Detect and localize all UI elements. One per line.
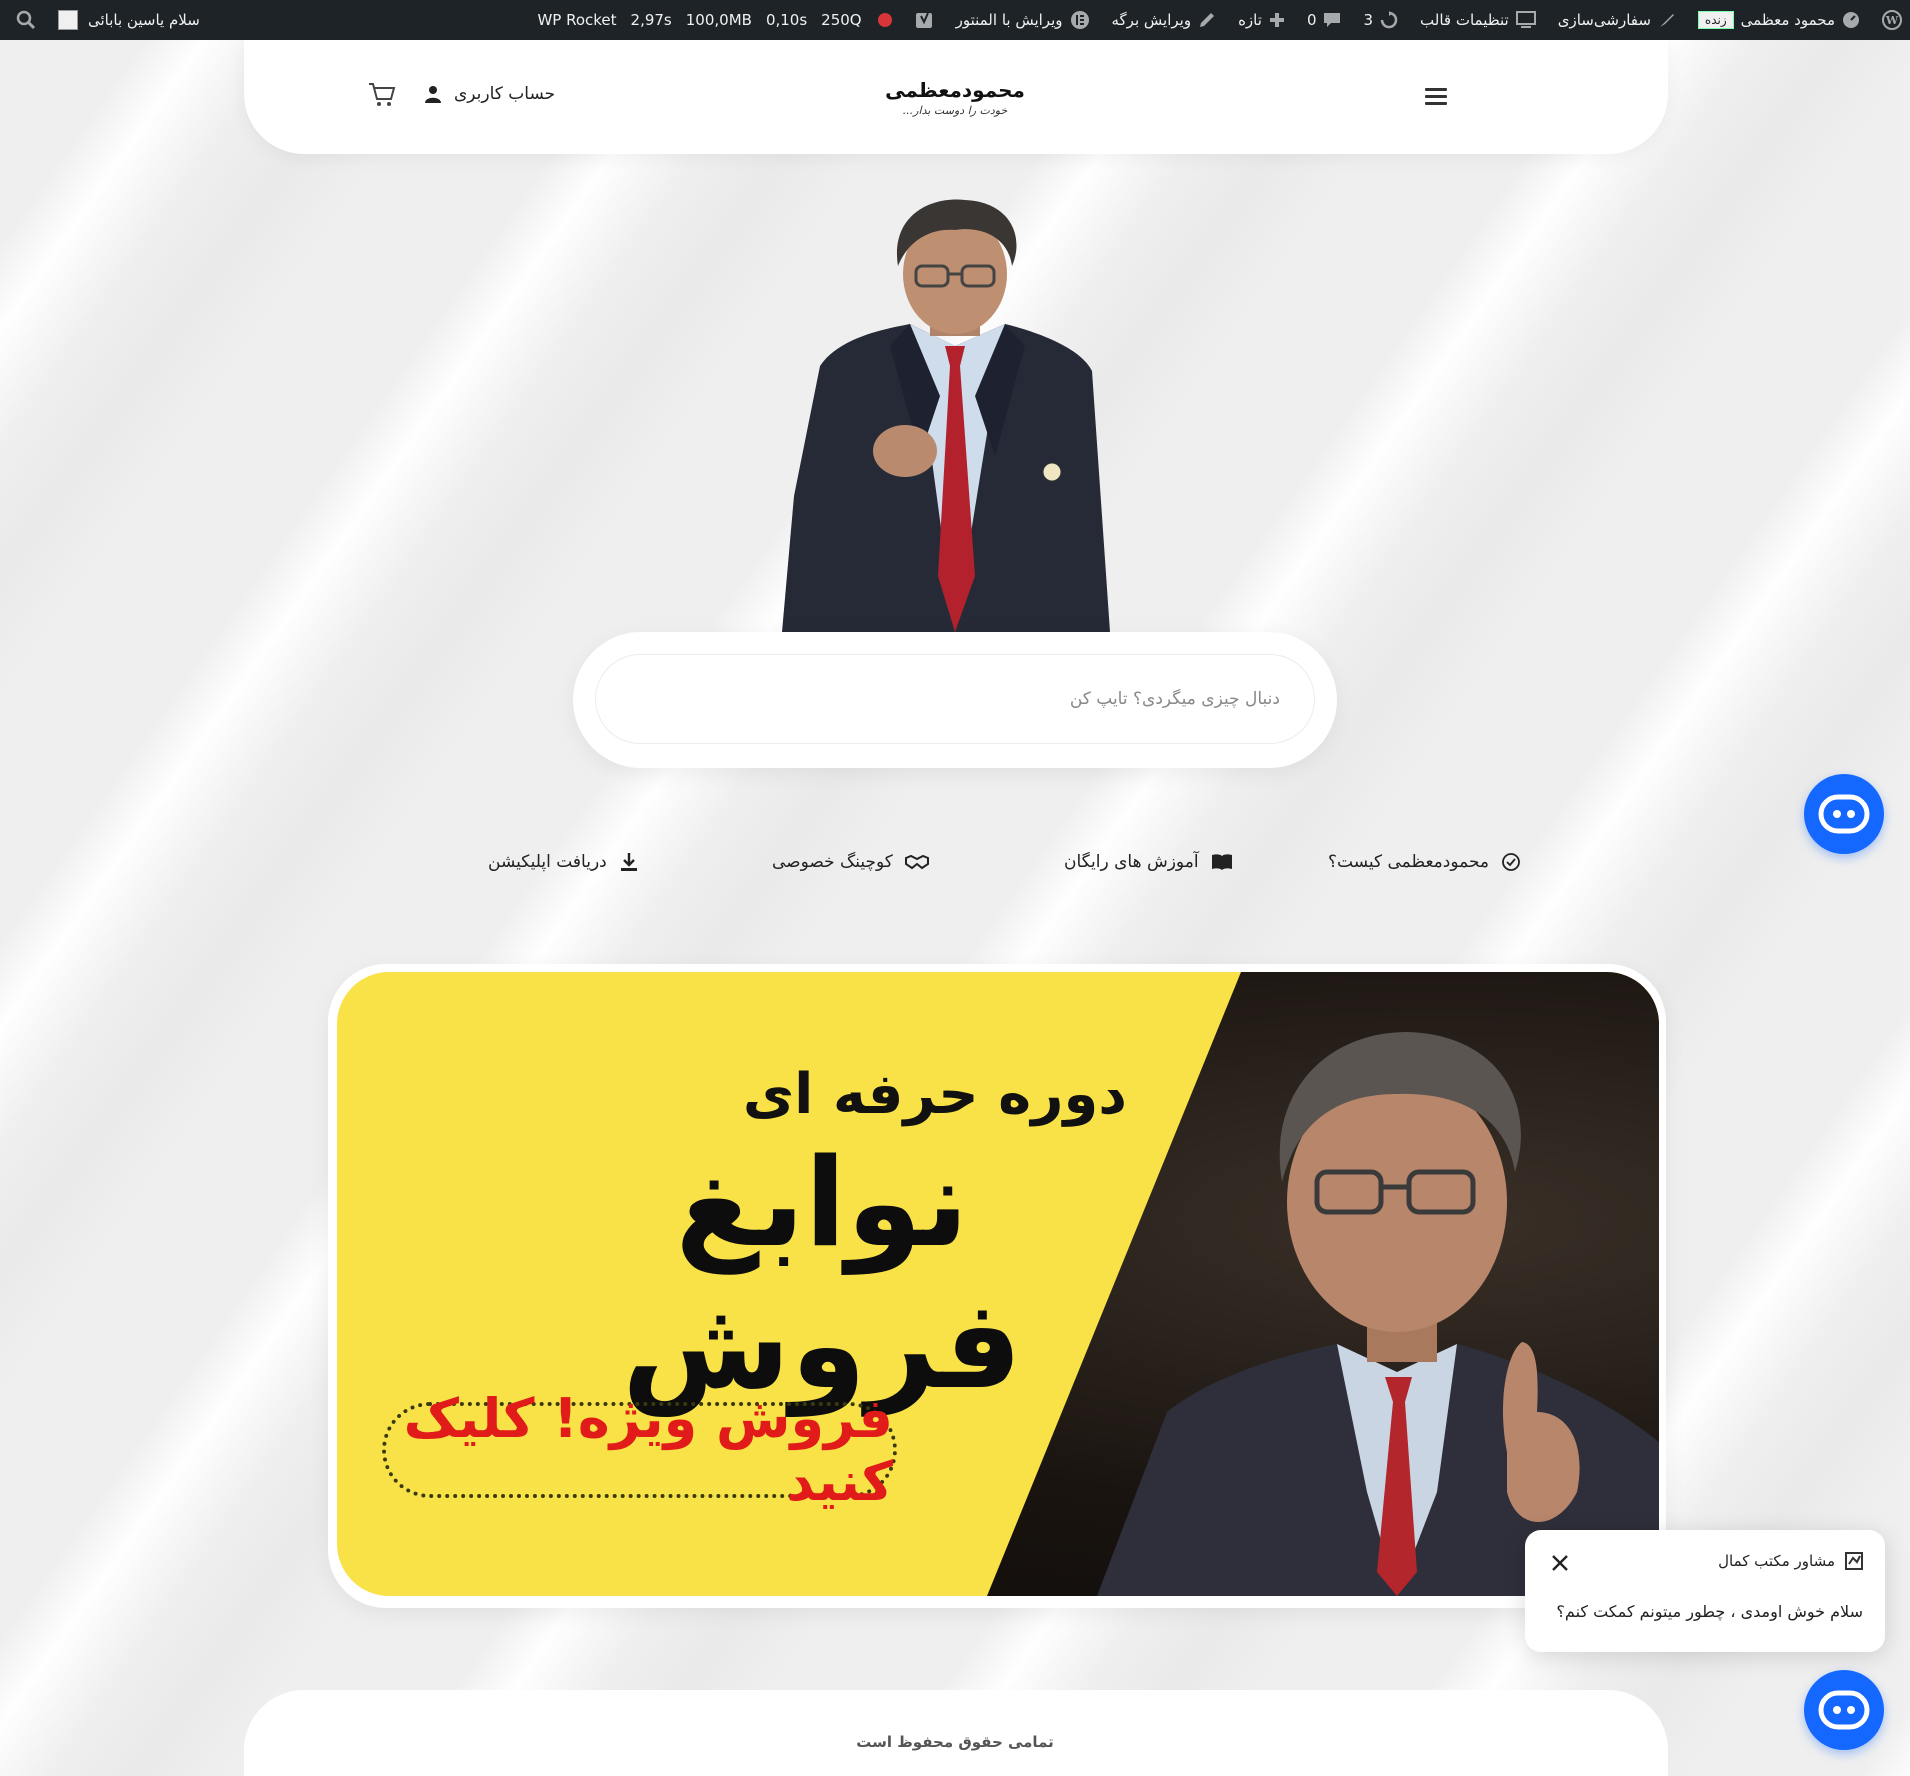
chat-title: مشاور مکتب کمال xyxy=(1718,1552,1835,1570)
plus-icon xyxy=(1269,13,1284,27)
stat-memory: 100,0MB xyxy=(685,11,752,29)
updates-count: 3 xyxy=(1363,11,1374,29)
chat-message: سلام خوش اومدی ، چطور میتونم کمکت کنم؟ xyxy=(1556,1602,1863,1621)
wordpress-icon: W xyxy=(1882,10,1902,30)
stat-queries: 250Q xyxy=(821,11,862,29)
promo-banner[interactable]: دوره حرفه ای نوابغ فروش فروش ویژه! کلیک … xyxy=(337,972,1659,1596)
chat-fab-button-bottom[interactable] xyxy=(1804,1670,1884,1750)
site-name-menu[interactable]: محمود معظمی زنده xyxy=(1697,11,1860,29)
search-input[interactable] xyxy=(595,654,1315,744)
agent-avatar-icon xyxy=(1845,1552,1863,1570)
link-who-is[interactable]: محمودمعظمی کیست؟ xyxy=(1328,852,1521,872)
banner-heading-large: نوابغ فروش xyxy=(622,1132,1024,1416)
refresh-icon xyxy=(1380,11,1398,29)
stat-db-time: 0,10s xyxy=(765,11,808,29)
link-private-coaching-label: کوچینگ خصوصی xyxy=(772,852,893,872)
site-logo[interactable]: محمودمعظمی خودت را دوست بدار... xyxy=(860,78,1050,117)
pencil-icon xyxy=(1200,13,1215,27)
updates-menu[interactable]: 3 xyxy=(1363,11,1398,29)
elementor-icon xyxy=(1070,11,1089,29)
wp-rocket-label: WP Rocket xyxy=(537,11,617,29)
account-label: حساب کاربری xyxy=(454,84,556,104)
user-account-menu[interactable]: سلام یاسین بابائی xyxy=(58,10,200,30)
link-free-courses-label: آموزش های رایگان xyxy=(1064,852,1199,872)
yoast-menu[interactable] xyxy=(914,10,934,30)
handshake-icon xyxy=(904,854,929,870)
yoast-icon xyxy=(915,12,932,28)
live-badge: زنده xyxy=(1697,11,1734,29)
customize-menu[interactable]: سفارشی‌سازی xyxy=(1558,11,1676,29)
chat-popup: مشاور مکتب کمال سلام خوش اومدی ، چطور می… xyxy=(1525,1530,1885,1652)
dashboard-icon xyxy=(1843,12,1859,28)
edit-page-label: ویرایش برگه xyxy=(1111,11,1192,29)
chatbot-icon xyxy=(1818,794,1870,834)
link-get-app-label: دریافت اپلیکیشن xyxy=(488,852,607,872)
new-content-menu[interactable]: تازه xyxy=(1238,11,1285,29)
wp-logo-menu[interactable]: W xyxy=(1882,10,1902,30)
logo-title: محمودمعظمی xyxy=(885,78,1025,102)
link-get-app[interactable]: دریافت اپلیکیشن xyxy=(488,852,639,872)
user-icon xyxy=(425,86,441,103)
check-circle-icon xyxy=(1502,853,1520,871)
link-who-is-label: محمودمعظمی کیست؟ xyxy=(1328,852,1490,872)
quick-links: محمودمعظمی کیست؟ آموزش های رایگان کوچینگ… xyxy=(0,852,1910,882)
banner-cta-button[interactable]: فروش ویژه! کلیک کنید xyxy=(382,1387,897,1513)
footer-copyright: تمامی حقوق محفوظ است xyxy=(856,1733,1054,1751)
close-icon[interactable] xyxy=(1545,1548,1575,1578)
link-private-coaching[interactable]: کوچینگ خصوصی xyxy=(772,852,929,872)
download-icon xyxy=(620,853,637,871)
cart-icon[interactable] xyxy=(368,82,396,108)
user-avatar xyxy=(58,10,78,30)
new-label: تازه xyxy=(1238,11,1262,29)
logo-subtitle: خودت را دوست بدار... xyxy=(902,104,1008,117)
theme-settings-label: تنظیمات قالب xyxy=(1420,11,1509,29)
chat-fab-button-top[interactable] xyxy=(1804,774,1884,854)
edit-elementor-label: ویرایش با المنتور xyxy=(955,11,1063,29)
svg-text:W: W xyxy=(1885,14,1899,27)
monitor-icon xyxy=(1515,11,1536,28)
seo-status-dot-icon xyxy=(877,13,892,27)
site-name-label: محمود معظمی xyxy=(1740,11,1835,29)
comments-count: 0 xyxy=(1306,11,1317,29)
customize-label: سفارشی‌سازی xyxy=(1557,11,1651,29)
hero-portrait-image xyxy=(782,199,1110,632)
link-free-courses[interactable]: آموزش های رایگان xyxy=(1064,852,1233,872)
edit-page-menu[interactable]: ویرایش برگه xyxy=(1112,11,1217,29)
search-card xyxy=(573,632,1337,768)
menu-hamburger-icon[interactable] xyxy=(1425,88,1447,106)
theme-settings-menu[interactable]: تنظیمات قالب xyxy=(1420,11,1536,29)
search-icon[interactable] xyxy=(16,10,36,30)
wp-admin-bar: W محمود معظمی زنده سفارشی‌سازی تنظیمات ق… xyxy=(0,0,1910,40)
edit-elementor-menu[interactable]: ویرایش با المنتور xyxy=(956,10,1090,30)
user-greeting: سلام یاسین بابائی xyxy=(88,11,200,29)
comment-icon xyxy=(1324,13,1341,27)
banner-heading-small: دوره حرفه ای xyxy=(742,1062,1127,1127)
wp-rocket-stats[interactable]: 250Q 0,10s 100,0MB 2,97s WP Rocket xyxy=(537,11,861,29)
user-account-link[interactable]: حساب کاربری xyxy=(424,84,555,104)
stat-page-time: 2,97s xyxy=(630,11,672,29)
chat-header: مشاور مکتب کمال xyxy=(1718,1552,1863,1570)
brush-icon xyxy=(1659,14,1674,27)
book-icon xyxy=(1211,854,1232,870)
comments-menu[interactable]: 0 xyxy=(1307,11,1342,29)
chatbot-icon xyxy=(1818,1690,1870,1730)
